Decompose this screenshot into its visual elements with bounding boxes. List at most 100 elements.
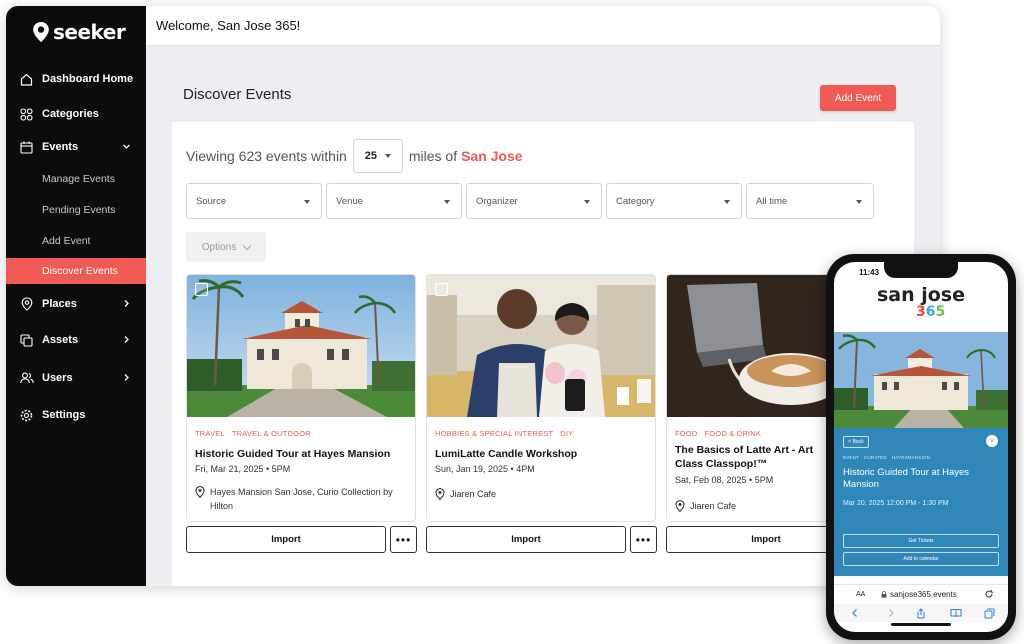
home-icon (19, 72, 34, 87)
add-to-calendar-button[interactable]: Add to calendar (843, 552, 999, 566)
sidebar-item-label: Categories (42, 108, 99, 120)
phone-back-button[interactable]: < Back (843, 436, 869, 448)
filter-label: Category (616, 195, 655, 207)
city-link[interactable]: San Jose (461, 148, 522, 164)
event-image (187, 275, 415, 417)
phone-tag: HAYESMANSION (891, 455, 931, 460)
browser-toolbar (834, 604, 1008, 622)
get-tickets-button[interactable]: Get Tickets (843, 534, 999, 548)
event-location: Jiaren Cafe (435, 487, 645, 501)
chevron-right-icon (124, 336, 129, 343)
import-button[interactable]: Import (186, 526, 386, 553)
event-tag: HOBBIES & SPECIAL INTEREST (435, 429, 554, 438)
source-filter[interactable]: Source (186, 183, 322, 219)
event-tags: TRAVEL TRAVEL & OUTDOOR (195, 429, 318, 438)
event-location: Hayes Mansion San Jose, Curio Collection… (195, 485, 405, 513)
category-filter[interactable]: Category (606, 183, 742, 219)
event-title[interactable]: The Basics of Latte Art - Art Class Clas… (675, 443, 827, 471)
phone-close-button[interactable]: × (986, 435, 998, 447)
sidebar-item-users[interactable]: Users (6, 364, 146, 392)
reader-aa-button[interactable]: AA (856, 591, 865, 598)
sidebar-item-assets[interactable]: Assets (6, 326, 146, 354)
organizer-filter[interactable]: Organizer (466, 183, 602, 219)
calendar-icon (19, 140, 34, 155)
phone-tag: CURATED (864, 455, 887, 460)
app-name: seeker (53, 20, 126, 44)
logo-digit: 5 (935, 304, 946, 320)
bookmarks-icon[interactable] (950, 608, 962, 618)
phone-event-title: Historic Guided Tour at Hayes Mansion (843, 467, 970, 490)
more-options-button[interactable]: ••• (390, 526, 417, 553)
sidebar-subitem-add-event[interactable]: Add Event (6, 228, 146, 254)
phone-event-details: < Back × EVENT CURATED HAYESMANSION Histor… (834, 428, 1008, 576)
lock-icon (881, 591, 887, 598)
page-title: Discover Events (183, 86, 292, 103)
browser-url-bar[interactable]: AA sanjose365.events (834, 584, 1008, 604)
sidebar-subitem-pending-events[interactable]: Pending Events (6, 197, 146, 223)
url-text: sanjose365.events (890, 590, 957, 599)
event-card[interactable]: HOBBIES & SPECIAL INTEREST DIY LumiLatte … (426, 274, 656, 522)
phone-tag: EVENT (843, 455, 860, 460)
map-pin-icon (19, 297, 34, 312)
miles-select[interactable]: 25 (352, 139, 403, 173)
location-text: Jiaren Cafe (690, 501, 737, 511)
event-tag: TRAVEL (195, 429, 225, 438)
sidebar-item-categories[interactable]: Categories (6, 100, 146, 128)
sidebar-item-places[interactable]: Places (6, 290, 146, 318)
home-indicator (891, 623, 951, 626)
time-filter[interactable]: All time (746, 183, 874, 219)
grid-icon (19, 107, 34, 122)
event-title[interactable]: LumiLatte Candle Workshop (435, 447, 655, 461)
back-arrow-icon[interactable] (850, 608, 860, 618)
select-checkbox[interactable] (435, 283, 448, 296)
import-button[interactable]: Import (426, 526, 626, 553)
discover-panel: Viewing 623 events within 25 miles of Sa… (172, 122, 914, 586)
sidebar-item-label: Dashboard Home (42, 73, 134, 85)
sidebar-item-settings[interactable]: Settings (6, 401, 146, 429)
caret-down-icon (304, 200, 310, 204)
phone-event-image (834, 332, 1008, 428)
map-pin-icon (435, 488, 445, 500)
sidebar-subitem-discover-events[interactable]: Discover Events (6, 258, 146, 284)
sidebar-item-label: Assets (42, 334, 79, 346)
add-event-button[interactable]: Add Event (820, 85, 896, 111)
forward-arrow-icon[interactable] (886, 608, 896, 618)
chevron-right-icon (124, 374, 129, 381)
welcome-text: Welcome, San Jose 365! (156, 18, 301, 33)
caret-down-icon (724, 200, 730, 204)
sidebar: seeker Dashboard Home Categories Events … (6, 6, 146, 586)
select-checkbox[interactable] (195, 283, 208, 296)
phone-time: 11:43 (859, 268, 880, 277)
event-date: Fri, Mar 21, 2025 • 5PM (195, 464, 291, 474)
seeker-logo[interactable]: seeker (32, 20, 126, 44)
sidebar-subitem-manage-events[interactable]: Manage Events (6, 166, 146, 192)
tabs-icon[interactable] (984, 608, 995, 619)
app-window: seeker Dashboard Home Categories Events … (6, 6, 940, 586)
sidebar-item-dashboard-home[interactable]: Dashboard Home (6, 65, 146, 93)
event-tags: HOBBIES & SPECIAL INTEREST DIY (435, 429, 580, 438)
more-options-button[interactable]: ••• (630, 526, 657, 553)
options-button[interactable]: Options (186, 232, 266, 262)
map-pin-icon (675, 500, 685, 512)
sidebar-item-events[interactable]: Events (6, 133, 146, 161)
sanjose365-logo-digits: 365 (916, 305, 945, 319)
filter-label: All time (756, 195, 788, 207)
share-icon[interactable] (916, 608, 926, 619)
event-card[interactable]: TRAVEL TRAVEL & OUTDOOR Historic Guided T… (186, 274, 416, 522)
caret-down-icon (584, 200, 590, 204)
event-tag: TRAVEL & OUTDOOR (231, 429, 311, 438)
chevron-down-icon (123, 144, 130, 149)
users-icon (19, 371, 34, 386)
viewing-prefix: Viewing 623 events within (186, 148, 347, 164)
phone-event-tags: EVENT CURATED HAYESMANSION (843, 455, 935, 460)
location-pin-logo-icon (33, 22, 49, 42)
venue-filter[interactable]: Venue (326, 183, 462, 219)
logo-digit: 3 (916, 304, 926, 320)
reload-icon[interactable] (984, 589, 994, 599)
caret-down-icon (444, 200, 450, 204)
chevron-down-icon (242, 241, 252, 250)
event-title[interactable]: Historic Guided Tour at Hayes Mansion (195, 447, 415, 461)
location-text: Jiaren Cafe (450, 489, 497, 499)
chevron-right-icon (124, 300, 129, 307)
sidebar-item-label: Users (42, 372, 73, 384)
